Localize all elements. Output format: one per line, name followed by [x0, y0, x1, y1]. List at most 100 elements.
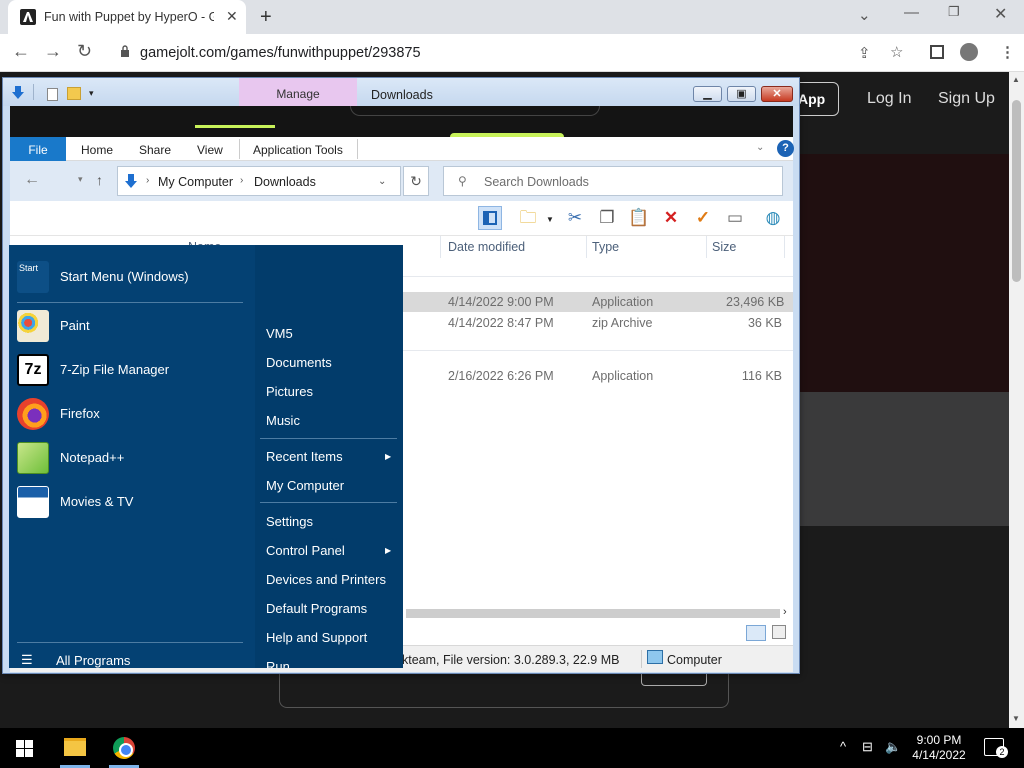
scrollbar-thumb[interactable] [406, 609, 780, 618]
tab-view[interactable]: View [197, 143, 223, 157]
start-menu-settings[interactable]: Settings [266, 514, 313, 529]
breadcrumb-my-computer[interactable]: My Computer [158, 175, 233, 189]
start-menu-help-support[interactable]: Help and Support [266, 630, 367, 645]
volume-icon[interactable]: 🔈 [885, 739, 901, 755]
share-icon[interactable]: ⇪ [858, 44, 871, 62]
properties-icon[interactable]: ▭ [723, 206, 747, 230]
start-menu-pictures[interactable]: Pictures [266, 384, 313, 399]
start-menu-item-paint[interactable]: Paint [9, 304, 255, 348]
start-menu-item-movies-tv[interactable]: Movies & TV [9, 480, 255, 524]
start-menu-devices-printers[interactable]: Devices and Printers [266, 572, 386, 587]
tab-search-chevron-icon[interactable]: ⌄ [858, 6, 871, 24]
start-menu-music[interactable]: Music [266, 413, 300, 428]
network-icon[interactable]: ⊟ [862, 739, 873, 755]
file-size: 116 KB [741, 369, 782, 383]
tab-application-tools[interactable]: Application Tools [253, 143, 343, 157]
all-programs-button[interactable]: ☰ All Programs [9, 647, 255, 668]
download-arrow-icon[interactable] [11, 86, 25, 100]
scrollbar-thumb[interactable] [1012, 100, 1021, 282]
new-folder-icon[interactable] [67, 87, 81, 100]
profile-avatar-icon[interactable] [960, 43, 978, 61]
column-size[interactable]: Size [712, 240, 736, 254]
large-icons-view-icon[interactable] [772, 625, 786, 639]
start-menu-item-start-menu-windows[interactable]: Start Start Menu (Windows) [9, 255, 255, 299]
back-button[interactable]: ← [12, 41, 30, 62]
chrome-taskbar-icon[interactable] [113, 737, 135, 759]
new-tab-button[interactable]: + [260, 6, 272, 29]
command-bar: 🗀 ▼ ✂ ❐ 📋 ✕ ✓ ▭ ◍ [10, 201, 793, 236]
login-link[interactable]: Log In [867, 90, 911, 108]
new-folder-icon[interactable]: 🗀 [516, 206, 540, 230]
help-icon[interactable]: ? [777, 140, 794, 157]
start-menu-recent-items[interactable]: Recent Items [266, 449, 343, 464]
minimize-button[interactable]: ▁ [693, 86, 722, 102]
column-date-modified[interactable]: Date modified [448, 240, 525, 254]
menu-kebab-icon[interactable]: ⋮ [1000, 43, 1015, 61]
signup-link[interactable]: Sign Up [938, 90, 995, 108]
address-dropdown-icon[interactable]: ⌄ [378, 176, 386, 187]
start-menu-control-panel[interactable]: Control Panel [266, 543, 345, 558]
manage-contextual-tab[interactable]: Manage [239, 78, 357, 106]
status-file-info: kteam, File version: 3.0.289.3, 22.9 MB [402, 653, 620, 667]
copy-icon[interactable]: ❐ [595, 206, 619, 230]
divider [260, 502, 397, 503]
address-bar[interactable]: gamejolt.com/games/funwithpuppet/293875 [108, 40, 888, 66]
rename-check-icon[interactable]: ✓ [691, 206, 715, 230]
minimize-window-button[interactable]: — [904, 4, 919, 21]
cut-icon[interactable]: ✂ [563, 206, 587, 230]
tab-file[interactable]: File [10, 137, 66, 161]
clock-date: 4/14/2022 [912, 748, 966, 762]
start-menu-item-notepadpp[interactable]: Notepad++ [9, 436, 255, 480]
explorer-title-bar[interactable]: ▾ Manage Downloads ▁ ▣ ✕ [3, 78, 799, 106]
scroll-right-arrow-icon[interactable]: › [783, 606, 787, 618]
file-date: 2/16/2022 6:26 PM [448, 369, 554, 383]
start-menu-documents[interactable]: Documents [266, 355, 332, 370]
quick-access-dropdown-icon[interactable]: ▾ [89, 88, 94, 99]
search-icon: ⚲ [458, 174, 467, 188]
properties-icon[interactable] [47, 88, 58, 101]
column-type[interactable]: Type [592, 240, 619, 254]
refresh-button[interactable]: ↻ [403, 166, 429, 196]
reload-button[interactable]: ↻ [77, 41, 92, 62]
taskbar-clock[interactable]: 9:00 PM 4/14/2022 [906, 733, 972, 763]
restore-window-button[interactable]: ❐ [948, 4, 960, 20]
close-button[interactable]: ✕ [761, 86, 793, 102]
side-panel-icon[interactable] [930, 45, 944, 59]
start-menu-vm5[interactable]: VM5 [266, 326, 293, 341]
delete-icon[interactable]: ✕ [659, 206, 683, 230]
address-bar[interactable]: › My Computer › Downloads ⌄ [117, 166, 401, 196]
paste-icon[interactable]: 📋 [627, 206, 651, 230]
breadcrumb-downloads[interactable]: Downloads [254, 175, 316, 189]
webpage-behind-strip [10, 106, 793, 137]
forward-button[interactable]: → [44, 41, 62, 62]
show-hidden-icons-chevron-icon[interactable]: ^ [840, 739, 846, 754]
page-scrollbar[interactable]: ▲ ▼ [1009, 72, 1024, 728]
file-explorer-taskbar-icon[interactable] [64, 738, 86, 756]
start-menu-item-label: 7-Zip File Manager [60, 362, 170, 377]
start-menu-item-firefox[interactable]: Firefox [9, 392, 255, 436]
search-box[interactable]: ⚲ Search Downloads [443, 166, 783, 196]
tab-home[interactable]: Home [81, 143, 113, 157]
preview-pane-icon[interactable] [478, 206, 502, 230]
ribbon-expand-chevron-icon[interactable]: ⌄ [756, 142, 764, 153]
browser-tab[interactable]: Fun with Puppet by HyperO - Ga ✕ [8, 0, 246, 34]
dropdown-arrow-icon[interactable]: ▼ [546, 215, 554, 224]
scroll-down-arrow-icon[interactable]: ▼ [1012, 714, 1020, 723]
start-menu-item-7zip[interactable]: 7z 7-Zip File Manager [9, 348, 255, 392]
globe-icon[interactable]: ◍ [761, 206, 785, 230]
windows-start-icon[interactable] [16, 740, 33, 757]
start-menu-run[interactable]: Run... [266, 659, 301, 668]
recent-locations-chevron-icon[interactable]: ▾ [78, 174, 83, 185]
back-arrow-icon[interactable]: ← [24, 171, 40, 189]
scroll-up-arrow-icon[interactable]: ▲ [1012, 75, 1020, 84]
start-menu-default-programs[interactable]: Default Programs [266, 601, 367, 616]
divider [239, 139, 240, 159]
tab-share[interactable]: Share [139, 143, 171, 157]
close-tab-icon[interactable]: ✕ [226, 8, 238, 25]
start-menu-my-computer[interactable]: My Computer [266, 478, 344, 493]
bookmark-star-icon[interactable]: ☆ [890, 43, 903, 61]
up-arrow-icon[interactable]: ↑ [96, 172, 103, 188]
maximize-button[interactable]: ▣ [727, 86, 756, 102]
close-window-button[interactable]: ✕ [994, 4, 1007, 24]
details-view-icon[interactable] [746, 625, 766, 641]
